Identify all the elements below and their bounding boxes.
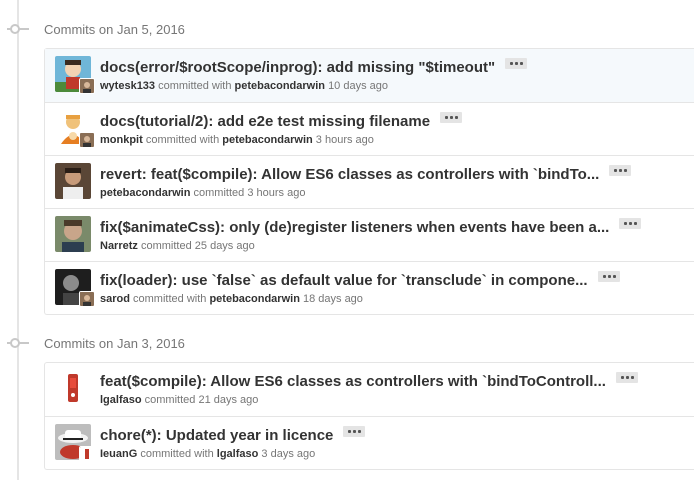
committer-link[interactable]: petebacondarwin [235, 80, 325, 92]
commit-message[interactable]: feat($compile): Allow ES6 classes as con… [100, 372, 638, 390]
author-link[interactable]: wytesk133 [100, 80, 155, 92]
timeline-dot-icon [10, 24, 26, 34]
commit-verb: committed [140, 240, 192, 252]
group-title: Commits on Jan 3, 2016 [44, 335, 185, 351]
commit-meta: Narretz committed 25 days ago [100, 240, 255, 252]
committer-link[interactable]: lgalfaso [217, 448, 259, 460]
timeline-dot-icon [10, 338, 26, 348]
expand-ellipsis-button[interactable] [597, 271, 620, 282]
commit-row[interactable]: docs(error/$rootScope/inprog): add missi… [45, 49, 694, 102]
commit-meta: wytesk133 committed with petebacondarwin… [100, 80, 388, 92]
commit-verb: committed with [140, 448, 214, 460]
commit-row[interactable]: fix(loader): use `false` as default valu… [45, 261, 694, 314]
committer-link[interactable]: petebacondarwin [209, 293, 299, 305]
commit-message[interactable]: fix(loader): use `false` as default valu… [100, 271, 620, 289]
commit-meta: IeuanG committed with lgalfaso 3 days ag… [100, 448, 315, 460]
avatar[interactable] [55, 163, 91, 199]
commit-verb: committed with [158, 80, 232, 92]
commit-message[interactable]: chore(*): Updated year in licence [100, 426, 366, 444]
commit-row[interactable]: chore(*): Updated year in licence IeuanG… [45, 416, 694, 469]
commit-message[interactable]: docs(tutorial/2): add e2e test missing f… [100, 112, 463, 130]
commit-verb: committed with [133, 293, 207, 305]
commit-verb: committed [193, 187, 245, 199]
timeline-line [17, 0, 19, 480]
avatar[interactable] [55, 216, 91, 252]
commit-time: 3 days ago [261, 448, 316, 460]
commit-time: 18 days ago [302, 293, 363, 305]
committer-avatar[interactable] [79, 291, 95, 307]
author-link[interactable]: IeuanG [100, 448, 137, 460]
commit-message[interactable]: fix($animateCss): only (de)register list… [100, 218, 642, 236]
commit-meta: monkpit committed with petebacondarwin 3… [100, 134, 374, 146]
group-title: Commits on Jan 5, 2016 [44, 21, 185, 37]
committer-avatar[interactable] [79, 446, 95, 462]
expand-ellipsis-button[interactable] [615, 372, 638, 383]
author-link[interactable]: lgalfaso [100, 394, 142, 406]
commit-row[interactable]: docs(tutorial/2): add e2e test missing f… [45, 102, 694, 155]
author-link[interactable]: monkpit [100, 134, 143, 146]
commit-verb: committed [144, 394, 196, 406]
commit-row[interactable]: feat($compile): Allow ES6 classes as con… [45, 363, 694, 416]
committer-avatar[interactable] [79, 132, 95, 148]
commit-meta: petebacondarwin committed 3 hours ago [100, 187, 305, 199]
expand-ellipsis-button[interactable] [619, 218, 642, 229]
expand-ellipsis-button[interactable] [440, 112, 463, 123]
commit-row[interactable]: revert: feat($compile): Allow ES6 classe… [45, 155, 694, 208]
expand-ellipsis-button[interactable] [343, 426, 366, 437]
commit-meta: sarod committed with petebacondarwin 18 … [100, 293, 363, 305]
commit-verb: committed with [145, 134, 220, 146]
commit-message[interactable]: docs(error/$rootScope/inprog): add missi… [100, 58, 528, 76]
commit-group-header: Commits on Jan 5, 2016 [10, 19, 185, 39]
expand-ellipsis-button[interactable] [505, 58, 528, 69]
author-link[interactable]: sarod [100, 293, 130, 305]
commit-time: 3 hours ago [247, 187, 306, 199]
commit-meta: lgalfaso committed 21 days ago [100, 394, 258, 406]
expand-ellipsis-button[interactable] [609, 165, 632, 176]
author-link[interactable]: petebacondarwin [100, 187, 190, 199]
commit-time: 21 days ago [198, 394, 259, 406]
commit-group: docs(error/$rootScope/inprog): add missi… [44, 48, 694, 315]
avatar[interactable] [55, 370, 91, 406]
commit-group: feat($compile): Allow ES6 classes as con… [44, 362, 694, 470]
committer-link[interactable]: petebacondarwin [222, 134, 312, 146]
commit-row[interactable]: fix($animateCss): only (de)register list… [45, 208, 694, 261]
author-link[interactable]: Narretz [100, 240, 138, 252]
commit-time: 3 hours ago [315, 134, 374, 146]
commit-message[interactable]: revert: feat($compile): Allow ES6 classe… [100, 165, 632, 183]
commit-time: 10 days ago [328, 80, 388, 92]
commit-group-header: Commits on Jan 3, 2016 [10, 333, 185, 353]
committer-avatar[interactable] [79, 78, 95, 94]
commit-time: 25 days ago [194, 240, 255, 252]
